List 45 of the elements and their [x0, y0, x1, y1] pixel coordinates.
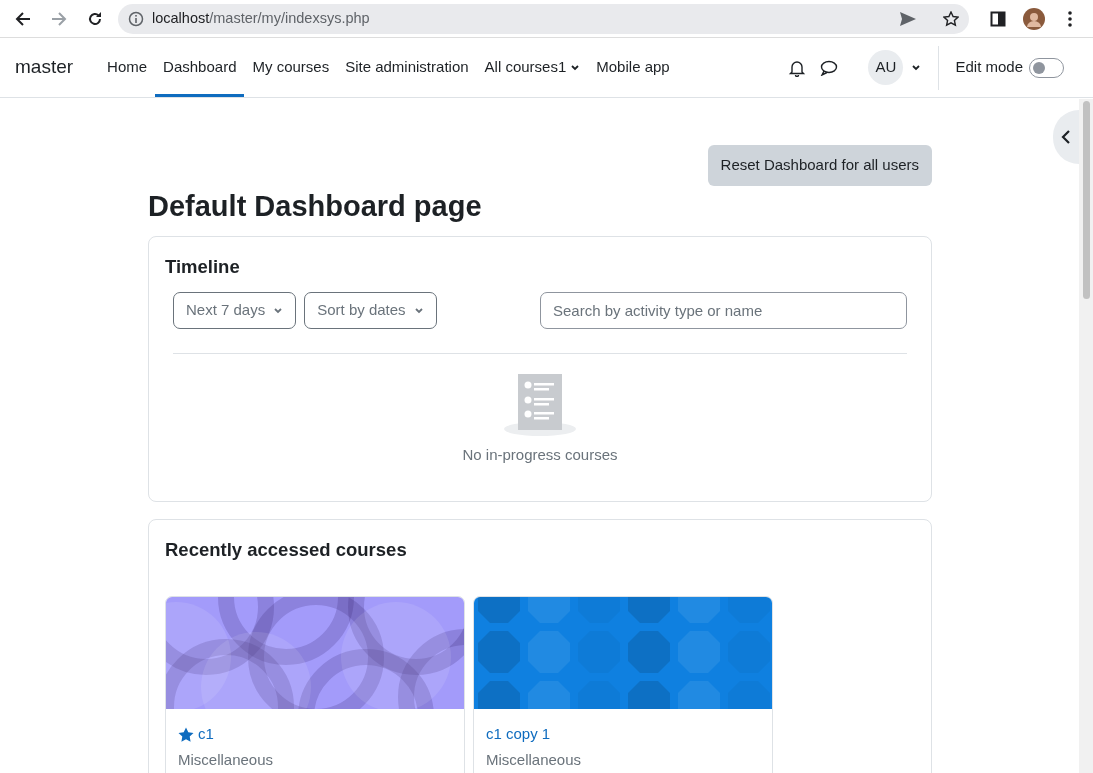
user-menu[interactable]: AU: [868, 50, 922, 85]
address-bar[interactable]: localhost/master/my/indexsys.php: [118, 3, 969, 34]
site-name[interactable]: master: [15, 38, 74, 97]
drawer-toggle-button[interactable]: [1053, 110, 1079, 164]
url-text: localhost/master/my/indexsys.php: [152, 8, 370, 28]
chat-bubble-icon[interactable]: [820, 59, 839, 76]
nav-link[interactable]: Dashboard: [155, 38, 245, 97]
empty-list-icon: [504, 374, 576, 437]
caret-icon: [273, 306, 284, 316]
empty-state-text: No in-progress courses: [462, 445, 618, 466]
block-title: Timeline: [165, 255, 241, 280]
back-arrow-icon: [15, 10, 31, 27]
chevron-left-icon: [1061, 130, 1071, 144]
bell-icon[interactable]: [788, 58, 807, 77]
profile-avatar-icon[interactable]: [1023, 7, 1045, 30]
send-icon[interactable]: [899, 10, 917, 27]
nav-link[interactable]: All courses1: [476, 38, 589, 97]
filter-dropdown[interactable]: Next 7 days: [173, 292, 297, 330]
user-avatar: AU: [868, 50, 904, 85]
course-category: Miscellaneous: [178, 749, 275, 770]
star-outline-icon[interactable]: [943, 10, 959, 27]
nav-link[interactable]: Mobile app: [588, 38, 678, 97]
forward-arrow-icon: [51, 10, 67, 27]
edit-mode-switch[interactable]: [1029, 57, 1064, 78]
search-field[interactable]: Search by activity type or name: [540, 292, 907, 330]
caret-icon: [911, 63, 922, 72]
edit-mode-label: Edit mode: [955, 57, 1023, 78]
star-icon: [178, 726, 194, 743]
nav-link[interactable]: My courses: [244, 38, 338, 97]
nav-link[interactable]: Site administration: [337, 38, 477, 97]
reload-icon: [87, 10, 103, 27]
page-title: Default Dashboard page: [148, 188, 483, 224]
block-title: Recently accessed courses: [165, 537, 408, 562]
caret-icon: [413, 306, 424, 316]
course-link[interactable]: c1: [198, 723, 214, 746]
reset-dashboard-button[interactable]: Reset Dashboard for all users: [707, 145, 932, 186]
more-menu-icon[interactable]: [1068, 10, 1072, 27]
scrollbar-thumb[interactable]: [1083, 101, 1090, 299]
nav-link[interactable]: Home: [99, 38, 156, 97]
filter-dropdown[interactable]: Sort by dates: [304, 292, 437, 330]
course-link[interactable]: c1 copy 1: [486, 723, 551, 746]
side-panel-icon[interactable]: [990, 10, 1006, 27]
info-icon: [128, 10, 144, 27]
caret-icon: [570, 63, 581, 72]
course-category: Miscellaneous: [486, 749, 583, 770]
